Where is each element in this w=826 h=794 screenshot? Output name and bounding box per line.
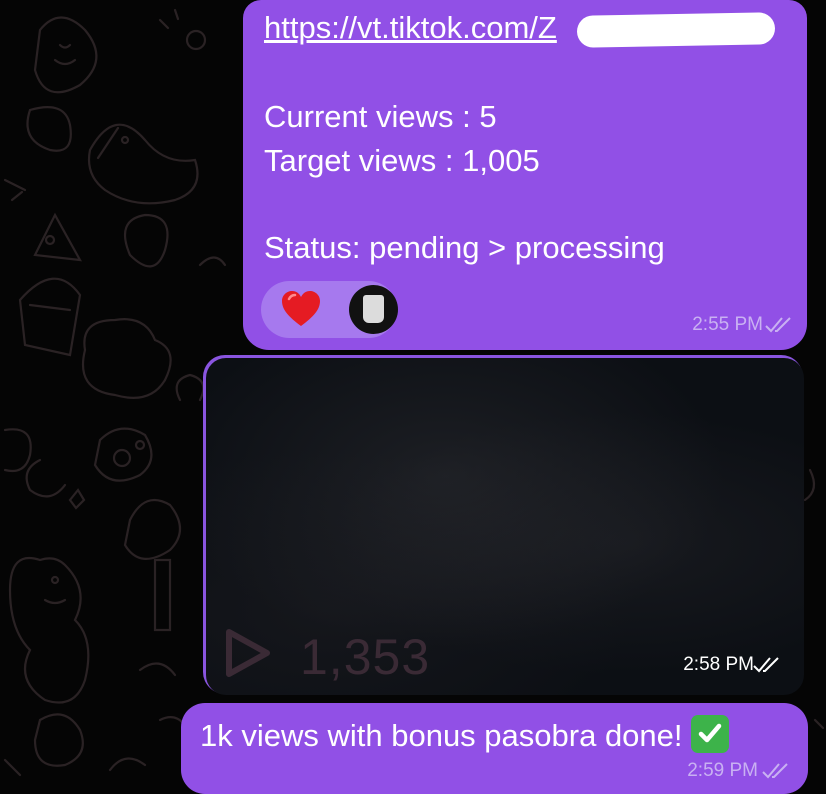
reactions-pill[interactable]: [261, 281, 398, 338]
video-view-count: 1,353: [300, 629, 431, 685]
message-bubble-3[interactable]: 1k views with bonus pasobra done! 2:59 P…: [181, 703, 808, 794]
redaction-mark: [576, 12, 776, 48]
avatar-image: [363, 295, 384, 323]
status-line: Status: pending > processing: [264, 230, 665, 265]
read-receipt-icon: [753, 657, 779, 673]
video-thumbnail[interactable]: 1,353 2:58 PM: [206, 358, 804, 695]
read-receipt-icon: [762, 763, 788, 779]
target-views-line: Target views : 1,005: [264, 143, 540, 178]
message-text: 1k views with bonus pasobra done!: [200, 718, 683, 753]
video-frame: [206, 358, 804, 695]
tiktok-link[interactable]: https://vt.tiktok.com/Z: [264, 10, 557, 46]
read-receipt-icon: [765, 317, 791, 333]
heart-emoji-icon: [282, 291, 320, 326]
timestamp: 2:58 PM: [683, 654, 754, 675]
check-mark-icon: [690, 715, 729, 753]
message-bubble-2[interactable]: 1,353 2:58 PM: [203, 355, 804, 695]
timestamp: 2:59 PM: [687, 760, 758, 781]
message-bubble-1[interactable]: https://vt.tiktok.com/Z Current views : …: [243, 0, 807, 350]
play-icon[interactable]: [223, 628, 271, 678]
current-views-line: Current views : 5: [264, 99, 497, 134]
message-text-line: 1k views with bonus pasobra done!: [200, 715, 729, 754]
reaction-avatar[interactable]: [349, 285, 398, 334]
timestamp: 2:55 PM: [692, 314, 763, 335]
